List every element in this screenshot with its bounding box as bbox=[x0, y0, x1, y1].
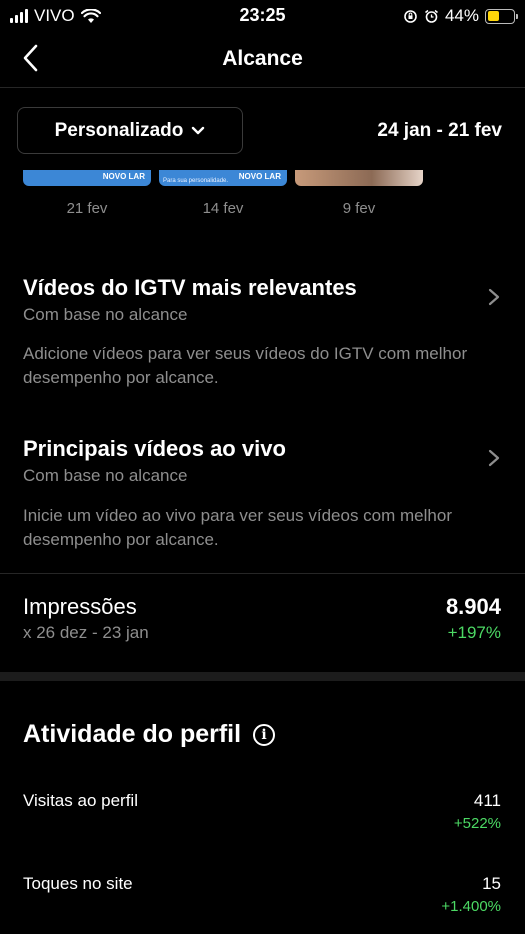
period-dropdown[interactable]: Personalizado bbox=[17, 107, 243, 154]
metric-value: 15 bbox=[482, 874, 501, 893]
battery-icon bbox=[485, 8, 518, 24]
thumbnail-1[interactable]: NOVO LAR bbox=[23, 170, 151, 186]
alarm-icon bbox=[425, 9, 438, 23]
impressions-value: 8.904 bbox=[445, 594, 501, 619]
battery-percent: 44% bbox=[444, 6, 479, 25]
status-right: 44% bbox=[403, 6, 518, 26]
thumbnail-3[interactable] bbox=[295, 170, 423, 186]
igtv-title: Vídeos do IGTV mais relevantes bbox=[23, 275, 357, 300]
orientation-lock-icon bbox=[404, 9, 417, 23]
live-description: Inicie um vídeo ao vivo para ver seus ví… bbox=[23, 506, 452, 549]
info-icon[interactable]: i bbox=[253, 723, 276, 746]
chevron-down-icon bbox=[192, 126, 205, 134]
live-subtitle: Com base no alcance bbox=[23, 466, 188, 485]
impressions-change: +197% bbox=[447, 623, 501, 642]
live-section[interactable]: Principais vídeos ao vivo Com base no al… bbox=[0, 421, 525, 571]
nav-bar: Alcance bbox=[0, 32, 525, 88]
chevron-right-icon bbox=[488, 449, 500, 467]
chevron-right-icon bbox=[488, 288, 500, 306]
impressions-comparison: x 26 dez - 23 jan bbox=[23, 623, 149, 642]
status-bar: VIVO 23:25 44% bbox=[0, 0, 525, 32]
igtv-subtitle: Com base no alcance bbox=[23, 305, 188, 324]
metric-value: 411 bbox=[473, 791, 501, 810]
live-title: Principais vídeos ao vivo bbox=[23, 436, 286, 461]
battery-fill bbox=[487, 11, 499, 21]
metric-change: +1.400% bbox=[441, 898, 501, 915]
impressions-title: Impressões bbox=[23, 594, 137, 619]
igtv-section[interactable]: Vídeos do IGTV mais relevantes Com base … bbox=[0, 260, 525, 410]
profile-activity-heading: Atividade do perfil i bbox=[23, 720, 276, 749]
metric-label: Visitas ao perfil bbox=[23, 791, 138, 810]
filter-row: Personalizado 24 jan - 21 fev bbox=[0, 88, 525, 170]
period-dropdown-label: Personalizado bbox=[54, 119, 184, 141]
date-range: 24 jan - 21 fev bbox=[377, 120, 502, 141]
profile-activity-title: Atividade do perfil bbox=[23, 720, 242, 748]
divider bbox=[0, 573, 525, 574]
thumbnail-tag: NOVO LAR bbox=[102, 172, 145, 181]
page-title: Alcance bbox=[222, 47, 303, 70]
metric-label: Toques no site bbox=[23, 874, 133, 893]
thumbnail-date: 14 fev bbox=[202, 200, 244, 217]
igtv-description: Adicione vídeos para ver seus vídeos do … bbox=[23, 344, 468, 387]
top-content-thumbnails: NOVO LAR 21 fev Para sua personalidade. … bbox=[0, 170, 525, 230]
thumbnail-tag: NOVO LAR bbox=[238, 172, 281, 181]
thumbnail-date: 21 fev bbox=[66, 200, 108, 217]
thumbnail-2[interactable]: Para sua personalidade. NOVO LAR bbox=[159, 170, 287, 186]
thumbnail-caption: Para sua personalidade. bbox=[163, 178, 229, 184]
section-divider bbox=[0, 672, 525, 681]
metric-change: +522% bbox=[453, 815, 501, 832]
thumbnail-date: 9 fev bbox=[342, 200, 376, 217]
